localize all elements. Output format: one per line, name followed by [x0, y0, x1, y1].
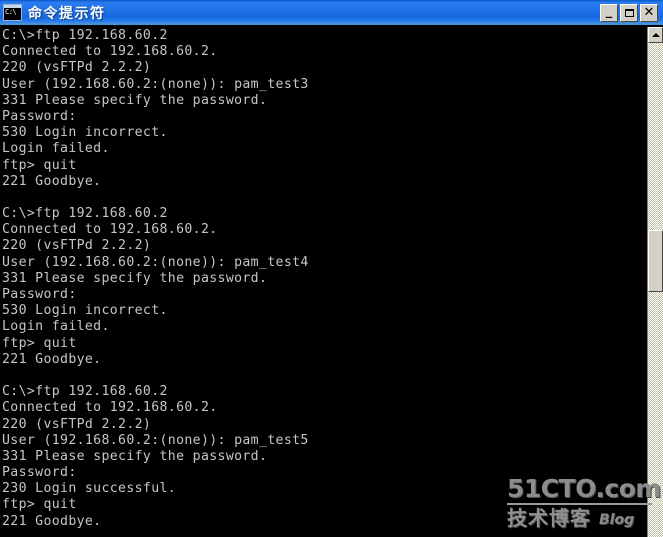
console-line: ftp> quit [2, 497, 77, 513]
window-title: 命令提示符 [28, 5, 106, 22]
icon-prompt-text: C:\ [5, 8, 17, 16]
console-line: 221 Goodbye. [2, 173, 102, 189]
scrollbar-thumb[interactable] [648, 230, 663, 292]
title-bar[interactable]: C:\ 命令提示符 _ ✕ [0, 0, 663, 25]
console-line: C:\>ftp 192.168.60.2 [2, 206, 168, 222]
vertical-scrollbar[interactable] [647, 27, 663, 537]
console-output-area[interactable]: C:\>ftp 192.168.60.2 Connected to 192.168… [0, 27, 647, 537]
console-line: 530 Login incorrect. [2, 125, 168, 141]
minimize-button[interactable]: _ [600, 3, 618, 22]
console-line: 530 Login incorrect. [2, 303, 168, 319]
console-line: Password: [2, 287, 77, 302]
chevron-up-icon [651, 33, 660, 37]
console-line: User (192.168.60.2:(none)): pam_test5 [2, 432, 309, 448]
console-line: Password: [2, 108, 77, 124]
console-line: User (192.168.60.2:(none)): pam_test3 [2, 76, 309, 92]
console-line: Connected to 192.168.60.2. [2, 400, 218, 416]
maximize-icon [625, 8, 634, 17]
minimize-icon: _ [605, 3, 613, 19]
cmd-console-icon: C:\ [3, 4, 22, 21]
console-line: 220 (vsFTPd 2.2.2) [2, 60, 152, 76]
close-icon: ✕ [643, 5, 655, 20]
console-line: 220 (vsFTPd 2.2.2) [2, 238, 152, 254]
console-line: ftp> quit [2, 335, 77, 351]
scroll-up-button[interactable] [648, 27, 663, 43]
console-line: 221 Goodbye. [2, 513, 102, 529]
maximize-button[interactable] [620, 3, 638, 22]
console-line: 230 Login successful. [2, 481, 177, 497]
command-prompt-window: C:\ 命令提示符 _ ✕ C:\>ftp 192.168.60.2 Connec… [0, 0, 663, 537]
console-line: Connected to 192.168.60.2. [2, 222, 218, 238]
window-controls: _ ✕ [600, 3, 658, 22]
console-line: Login failed. [2, 141, 110, 157]
console-line: C:\>ftp 192.168.60.2 [2, 384, 168, 400]
console-line: Connected to 192.168.60.2. [2, 44, 218, 60]
console-line: 331 Please specify the password. [2, 270, 268, 286]
console-line: Login failed. [2, 319, 110, 335]
console-line: C:\>ftp 192.168.60.2 [2, 28, 168, 43]
console-line: 221 Goodbye. [2, 351, 102, 367]
console-line: ftp> quit [2, 157, 77, 173]
console-line: 331 Please specify the password. [2, 448, 268, 464]
console-line: 331 Please specify the password. [2, 92, 268, 108]
console-line: User (192.168.60.2:(none)): pam_test4 [2, 254, 309, 270]
console-line: Password: [2, 465, 77, 481]
console-line: 220 (vsFTPd 2.2.2) [2, 416, 152, 432]
close-button[interactable]: ✕ [640, 3, 658, 22]
